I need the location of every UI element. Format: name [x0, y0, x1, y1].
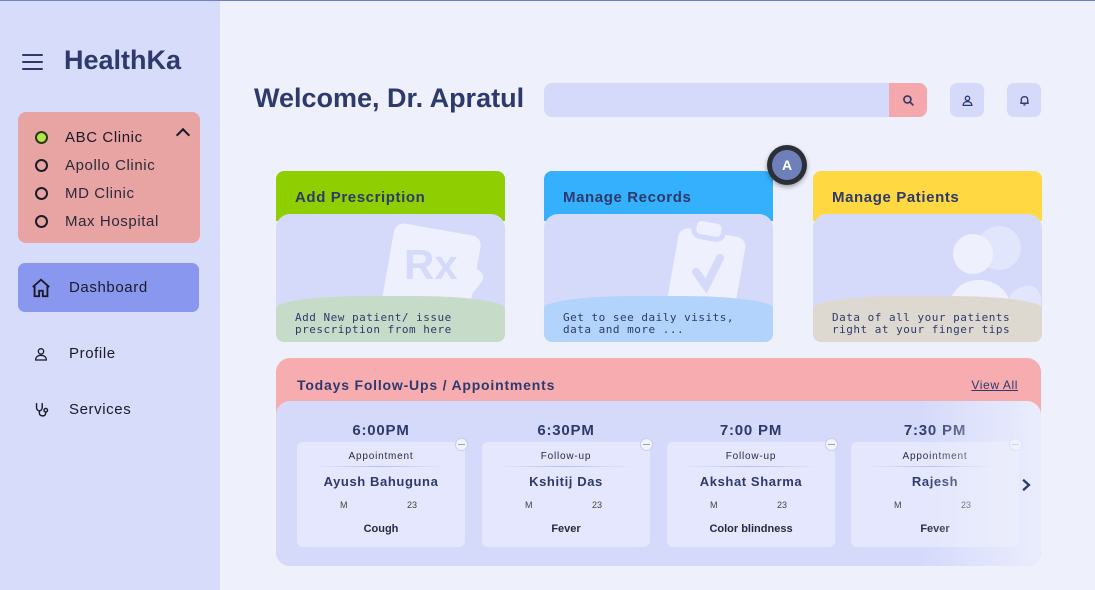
stethoscope-icon	[30, 399, 52, 421]
clinic-selector: ABC Clinic Apollo Clinic MD Clinic Max H…	[18, 112, 200, 243]
chevron-right-icon[interactable]	[1019, 478, 1033, 492]
nav-label: Dashboard	[69, 279, 148, 296]
patient-age: 23	[777, 500, 788, 510]
remove-icon[interactable]	[640, 438, 653, 451]
avatar[interactable]: A	[767, 145, 807, 185]
manage-records-card[interactable]: Manage Records Get to see daily visits, …	[544, 171, 773, 342]
clinic-label: ABC Clinic	[65, 128, 143, 146]
patient-name: Akshat Sharma	[699, 474, 803, 489]
search-input[interactable]	[544, 83, 884, 117]
appointment-card[interactable]: Appointment Rajesh M 23 Fever	[851, 438, 1022, 547]
search-icon	[902, 94, 914, 106]
card-body: Data of all your patients right at your …	[813, 214, 1042, 342]
nav-item-dashboard[interactable]: Dashboard	[18, 263, 199, 312]
user-icon	[30, 343, 52, 365]
patient-age: 23	[592, 500, 603, 510]
nav-label: Profile	[69, 345, 116, 362]
clinic-option-apollo[interactable]: Apollo Clinic	[35, 155, 155, 175]
clinic-label: Apollo Clinic	[65, 156, 156, 174]
appointment-type: Follow-up	[725, 451, 777, 462]
patient-age: 23	[961, 500, 972, 510]
followups-title: Todays Follow-Ups / Appointments	[297, 377, 556, 393]
clinic-option-max[interactable]: Max Hospital	[35, 211, 159, 231]
appointment-type: Appointment	[348, 451, 414, 462]
appointment-card[interactable]: Appointment Ayush Bahuguna M 23 Cough	[297, 438, 468, 547]
clinic-option-md[interactable]: MD Clinic	[35, 183, 135, 203]
clinic-label: MD Clinic	[65, 184, 135, 202]
appointment-time: 7:00 PM	[719, 422, 783, 439]
patient-name: Rajesh	[911, 474, 959, 489]
card-body: Get to see daily visits, data and more .…	[544, 214, 773, 342]
notifications-button[interactable]	[1007, 83, 1041, 117]
patient-age: 23	[407, 500, 418, 510]
radio-icon[interactable]	[35, 186, 48, 200]
divider	[315, 466, 447, 467]
nav-item-profile[interactable]: Profile	[18, 329, 199, 378]
followups-list: 6:00PM Appointment Ayush Bahuguna M 23 C…	[276, 401, 1041, 566]
svg-text:Rx: Rx	[404, 241, 458, 288]
manage-patients-card[interactable]: Manage Patients Data of all your patient…	[813, 171, 1042, 342]
appointment-type: Appointment	[902, 451, 968, 462]
nav-item-services[interactable]: Services	[18, 385, 199, 434]
card-body: Rx Add New patient/ issue prescription f…	[276, 214, 505, 342]
app-brand: HealthKa	[64, 45, 182, 75]
bell-icon	[1019, 95, 1029, 105]
avatar-initial: A	[772, 150, 802, 180]
card-description: Get to see daily visits, data and more .…	[544, 296, 773, 342]
appointment-card[interactable]: Follow-up Akshat Sharma M 23 Color blind…	[667, 438, 838, 547]
card-description: Add New patient/ issue prescription from…	[276, 296, 505, 342]
appointment-card[interactable]: Follow-up Kshitij Das M 23 Fever	[482, 438, 653, 547]
add-prescription-card[interactable]: Add Prescription Rx Add New patient/ iss…	[276, 171, 505, 342]
sidebar: HealthKa ABC Clinic Apollo Clinic MD Cli…	[0, 1, 220, 590]
nav-label: Services	[69, 401, 132, 418]
card-description: Data of all your patients right at your …	[813, 296, 1042, 342]
remove-icon[interactable]	[1009, 438, 1022, 451]
home-icon	[30, 277, 52, 299]
followups-panel: Todays Follow-Ups / Appointments View Al…	[276, 358, 1041, 566]
menu-icon[interactable]	[22, 54, 43, 70]
profile-button[interactable]	[950, 83, 984, 117]
divider	[685, 466, 817, 467]
search-bar	[544, 83, 927, 117]
patient-sex: M	[525, 500, 533, 510]
appointment-time: 7:30 PM	[903, 422, 967, 439]
radio-selected-icon[interactable]	[35, 130, 48, 144]
patient-sex: M	[894, 500, 902, 510]
radio-icon[interactable]	[35, 158, 48, 172]
remove-icon[interactable]	[825, 438, 838, 451]
remove-icon[interactable]	[455, 438, 468, 451]
divider	[869, 466, 1001, 467]
search-button[interactable]	[889, 83, 927, 117]
visit-reason: Fever	[920, 523, 950, 535]
user-icon	[962, 95, 972, 106]
appointment-type: Follow-up	[540, 451, 592, 462]
page-title: Welcome, Dr. Apratul	[254, 83, 525, 113]
appointment-time: 6:30PM	[537, 422, 595, 439]
visit-reason: Cough	[363, 523, 399, 535]
patient-name: Kshitij Das	[529, 474, 603, 489]
patient-name: Ayush Bahuguna	[323, 474, 439, 489]
chevron-up-icon[interactable]	[175, 127, 191, 143]
visit-reason: Color blindness	[709, 523, 793, 535]
patient-sex: M	[710, 500, 718, 510]
appointment-time: 6:00PM	[352, 422, 410, 439]
patient-sex: M	[340, 500, 348, 510]
view-all-link[interactable]: View All	[971, 378, 1018, 392]
clinic-label: Max Hospital	[65, 212, 159, 230]
radio-icon[interactable]	[35, 214, 48, 228]
visit-reason: Fever	[551, 523, 581, 535]
clinic-option-abc[interactable]: ABC Clinic	[35, 127, 143, 147]
divider	[500, 466, 632, 467]
